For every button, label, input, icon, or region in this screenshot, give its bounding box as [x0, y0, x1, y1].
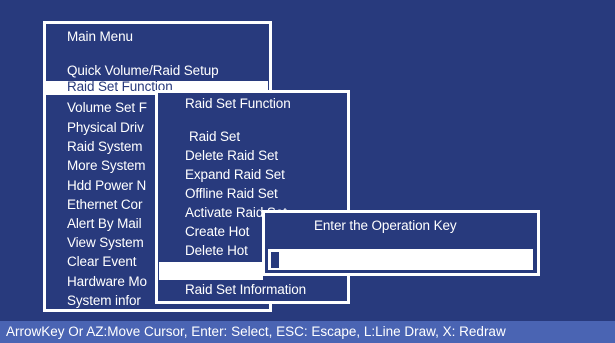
menu-item-raid-system-function[interactable]: Raid System — [67, 138, 143, 155]
submenu-selected-row-highlight[interactable] — [159, 262, 263, 280]
menu-item-volume-set-function[interactable]: Volume Set F — [67, 99, 147, 116]
text-cursor — [271, 252, 279, 268]
submenu-item-delete-hot-spare[interactable]: Delete Hot — [185, 242, 248, 259]
submenu-item-raid-set-information[interactable]: Raid Set Information — [185, 281, 306, 298]
status-bar: ArrowKey Or AZ:Move Cursor, Enter: Selec… — [0, 321, 615, 343]
menu-item-system-information[interactable]: System infor — [67, 292, 141, 309]
submenu-item-expand-raid-set[interactable]: Expand Raid Set — [185, 166, 285, 183]
menu-item-hardware-monitor[interactable]: Hardware Mo — [67, 273, 147, 290]
menu-item-physical-drives[interactable]: Physical Driv — [67, 119, 144, 136]
submenu-item-create-hot-spare[interactable]: Create Hot — [185, 223, 249, 240]
menu-item-quick-volume-raid-setup[interactable]: Quick Volume/Raid Setup — [67, 62, 219, 79]
operation-key-input[interactable] — [268, 249, 533, 270]
submenu-item-raid-set[interactable]: Raid Set — [189, 128, 240, 145]
menu-item-more-system-functions[interactable]: More System — [67, 157, 146, 174]
menu-item-ethernet-configuration[interactable]: Ethernet Cor — [67, 196, 142, 213]
menu-item-alert-by-mail-config[interactable]: Alert By Mail — [67, 215, 142, 232]
main-menu-title: Main Menu — [67, 29, 133, 44]
status-bar-help-text: ArrowKey Or AZ:Move Cursor, Enter: Selec… — [6, 324, 506, 339]
submenu-item-offline-raid-set[interactable]: Offline Raid Set — [185, 185, 278, 202]
submenu-item-delete-raid-set[interactable]: Delete Raid Set — [185, 147, 278, 164]
menu-item-hdd-power-management[interactable]: Hdd Power N — [67, 177, 146, 194]
menu-item-view-system-events[interactable]: View System — [67, 234, 144, 251]
operation-key-dialog-title: Enter the Operation Key — [314, 218, 457, 233]
menu-item-clear-event-buffer[interactable]: Clear Event — [67, 253, 137, 270]
submenu-title: Raid Set Function — [185, 96, 291, 111]
